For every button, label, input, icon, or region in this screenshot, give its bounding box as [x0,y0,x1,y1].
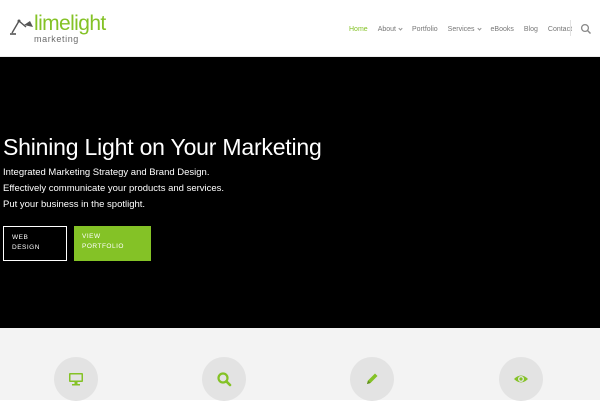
view-portfolio-button[interactable]: VIEW PORTFOLIO [74,226,151,261]
feature-web-design[interactable] [54,357,98,401]
hero-banner: Shining Light on Your Marketing Integrat… [0,57,600,328]
hero-text-line: Put your business in the spotlight. [3,199,146,210]
nav-contact-label: Contact [547,25,573,33]
nav-portfolio[interactable]: Portfolio [412,26,438,33]
web-design-button[interactable]: WEB DESIGN [3,226,67,261]
button-label-line: VIEW [82,233,101,240]
main-nav: Home About Portfolio Services eBooks Blo… [349,22,582,36]
features-section [0,328,600,401]
site-header: limelight marketing Home About Portfolio… [0,0,600,57]
nav-divider [570,20,571,36]
chevron-down-icon [398,25,403,31]
nav-about[interactable]: About [377,25,403,33]
pencil-icon [367,373,378,384]
nav-contact[interactable]: Contact [548,26,572,33]
nav-portfolio-label: Portfolio [411,25,438,33]
nav-ebooks[interactable]: eBooks [491,26,514,33]
logo-name: limelight [34,12,106,35]
site-logo[interactable]: limelight marketing [10,12,110,46]
feature-seo[interactable] [202,357,246,401]
button-label-line: WEB [12,234,29,241]
nav-home-label: Home [349,25,368,33]
eye-icon [514,375,528,383]
chevron-down-icon [476,25,482,31]
lamp-icon [10,19,33,35]
hero-text-line: Integrated Marketing Strategy and Brand … [3,167,210,178]
hero-title: Shining Light on Your Marketing [3,134,322,160]
nav-blog-label: Blog [523,25,538,33]
hero-text-line: Effectively communicate your products an… [3,183,225,194]
button-label-line: PORTFOLIO [82,243,124,250]
search-icon [580,23,591,34]
search-button[interactable] [580,22,592,34]
nav-services[interactable]: Services [447,25,482,33]
search-icon [217,372,232,387]
nav-home[interactable]: Home [349,26,368,33]
nav-blog[interactable]: Blog [524,26,538,33]
nav-about-label: About [377,25,396,33]
monitor-icon [69,373,83,386]
feature-branding[interactable] [350,357,394,401]
nav-ebooks-label: eBooks [490,25,514,33]
feature-visibility[interactable] [499,357,543,401]
nav-services-label: Services [447,25,475,33]
button-label-line: DESIGN [12,244,40,251]
logo-tagline: marketing [34,34,79,44]
